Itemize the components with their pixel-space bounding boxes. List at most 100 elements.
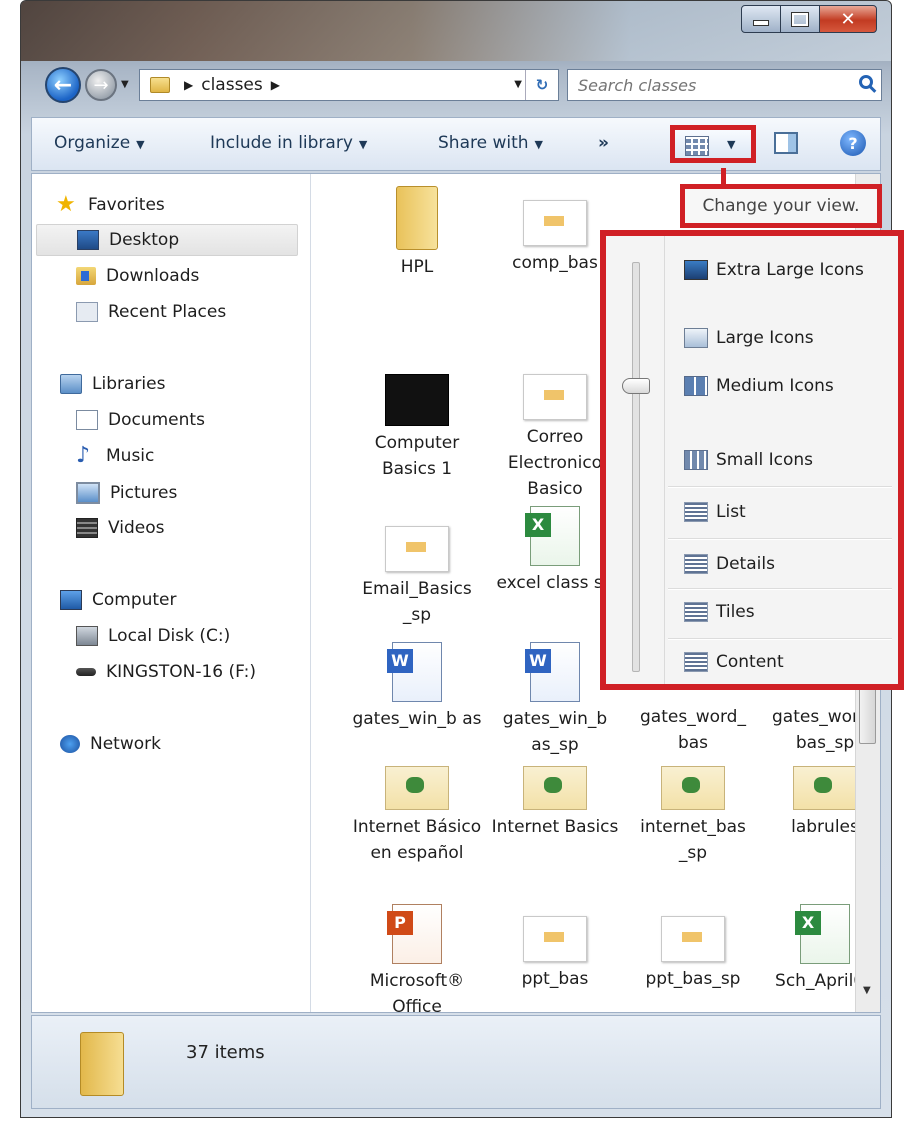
libraries-icon (60, 374, 82, 394)
share-with-menu[interactable]: Share with ▼ (438, 133, 543, 153)
extra-large-icons-icon (684, 260, 708, 280)
slide-thumbnail (523, 916, 587, 962)
view-list[interactable]: List (684, 502, 746, 522)
file-item[interactable]: Microsoft® Office (352, 904, 482, 1020)
breadcrumb-classes[interactable]: classes (201, 75, 263, 95)
view-medium-icons[interactable]: Medium Icons (684, 376, 834, 396)
file-name: Computer Basics 1 (374, 433, 460, 479)
view-content[interactable]: Content (684, 652, 784, 672)
nav-label: Documents (108, 410, 205, 430)
star-icon: ★ (56, 192, 76, 217)
nav-videos[interactable]: Videos (76, 518, 165, 538)
nav-label: Music (106, 446, 155, 466)
chevron-right-icon[interactable]: ▶ (271, 78, 280, 92)
file-name: Microsoft® Office (369, 971, 465, 1017)
nav-label: Downloads (106, 266, 200, 286)
details-pane: 37 items (31, 1015, 881, 1109)
file-item[interactable]: gates_word_ bas (628, 704, 758, 756)
minimize-icon (753, 20, 769, 26)
search-icon[interactable] (859, 75, 873, 89)
file-name: comp_bas (512, 253, 598, 273)
nav-label: KINGSTON-16 (F:) (106, 662, 256, 682)
scroll-down-icon[interactable]: ▼ (863, 985, 871, 996)
content-view-icon (684, 652, 708, 672)
menu-label: Details (716, 554, 775, 574)
search-input[interactable] (568, 74, 840, 96)
file-item[interactable]: ppt_bas (490, 916, 620, 992)
details-view-icon (684, 554, 708, 574)
menu-label: Medium Icons (716, 376, 834, 396)
file-item[interactable]: Internet Basics (490, 766, 620, 840)
nav-recent-places[interactable]: Recent Places (76, 302, 226, 322)
help-icon[interactable]: ? (840, 130, 866, 156)
file-item[interactable]: gates_win_b as (352, 642, 482, 732)
folder-icon (80, 1032, 124, 1096)
nav-network[interactable]: Network (60, 734, 161, 754)
nav-downloads[interactable]: Downloads (76, 266, 199, 286)
nav-libraries[interactable]: Libraries (60, 374, 165, 394)
file-name: Internet Basics (491, 817, 619, 837)
view-small-icons[interactable]: Small Icons (684, 450, 813, 470)
folder-icon (396, 186, 438, 250)
file-item[interactable]: Internet Básico en español (352, 766, 482, 866)
file-item[interactable]: Email_Basics _sp (352, 526, 482, 628)
menu-separator (668, 486, 892, 488)
nav-kingston[interactable]: KINGSTON-16 (F:) (76, 662, 256, 682)
menu-separator (668, 588, 892, 590)
view-extra-large-icons[interactable]: Extra Large Icons (684, 260, 864, 280)
downloads-icon (76, 267, 96, 285)
include-in-library-menu[interactable]: Include in library ▼ (210, 133, 367, 153)
nav-music[interactable]: ♪ Music (76, 445, 155, 467)
more-commands-button[interactable]: » (598, 133, 609, 153)
nav-documents[interactable]: Documents (76, 410, 205, 430)
view-details[interactable]: Details (684, 554, 775, 574)
file-item[interactable]: HPL (352, 186, 482, 280)
file-name: gates_win_b as (352, 709, 482, 729)
close-button[interactable]: ✕ (819, 5, 877, 33)
minimize-button[interactable] (741, 5, 781, 33)
nav-desktop[interactable]: Desktop (36, 224, 298, 256)
file-item[interactable]: ppt_bas_sp (628, 916, 758, 992)
maximize-button[interactable] (780, 5, 820, 33)
web-thumbnail (385, 766, 449, 810)
recent-places-icon (76, 302, 98, 322)
menu-label: List (716, 502, 746, 522)
address-bar[interactable]: ▶ classes ▶ ▼ ↻ (139, 69, 559, 101)
videos-icon (76, 518, 98, 538)
view-slider-thumb[interactable] (622, 378, 650, 394)
nav-label: Libraries (92, 374, 166, 394)
excel-icon (795, 904, 850, 964)
slide-thumbnail (523, 200, 587, 246)
menu-label: Large Icons (716, 328, 814, 348)
nav-pictures[interactable]: Pictures (76, 482, 177, 504)
change-view-button[interactable]: ▼ (670, 125, 756, 163)
search-box (567, 69, 882, 101)
recent-pages-dropdown[interactable]: ▼ (121, 79, 129, 90)
file-name: internet_bas _sp (640, 817, 746, 863)
file-name: gates_win_b as_sp (502, 709, 608, 755)
chevron-down-icon[interactable]: ▼ (727, 138, 735, 151)
organize-menu[interactable]: Organize ▼ (54, 133, 145, 153)
forward-button[interactable]: → (85, 69, 117, 101)
preview-pane-icon[interactable] (774, 132, 798, 154)
chevron-down-icon: ▼ (534, 138, 543, 151)
navigation-pane: ★ Favorites Desktop Downloads Recent Plac… (32, 174, 311, 1012)
menu-separator (668, 638, 892, 640)
powerpoint-icon (387, 904, 442, 964)
organize-label: Organize (54, 133, 131, 153)
refresh-button[interactable]: ↻ (525, 70, 558, 100)
nav-local-disk[interactable]: Local Disk (C:) (76, 626, 230, 646)
view-tiles[interactable]: Tiles (684, 602, 755, 622)
medium-icons-icon (684, 376, 708, 396)
back-button[interactable]: ← (45, 67, 81, 103)
address-dropdown-icon[interactable]: ▼ (514, 79, 522, 90)
nav-label: Recent Places (108, 302, 227, 322)
nav-computer[interactable]: Computer (60, 590, 177, 610)
view-large-icons[interactable]: Large Icons (684, 328, 814, 348)
file-item[interactable]: internet_bas _sp (628, 766, 758, 866)
nav-label: Network (90, 734, 161, 754)
file-item[interactable]: Computer Basics 1 (352, 374, 482, 482)
view-size-slider[interactable] (632, 262, 640, 672)
chevron-right-icon[interactable]: ▶ (184, 78, 193, 92)
nav-favorites[interactable]: ★ Favorites (56, 194, 165, 216)
